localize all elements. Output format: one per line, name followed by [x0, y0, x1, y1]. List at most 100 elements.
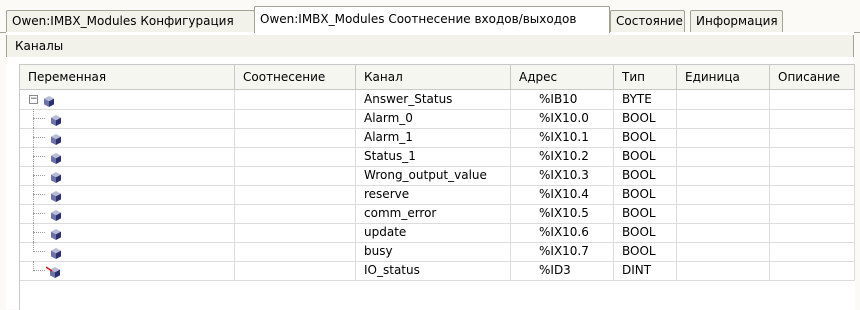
- tab-configuration[interactable]: Owen:IMBX_Modules Конфигурация: [6, 10, 255, 32]
- table-row[interactable]: Wrong_output_value %IX10.3 BOOL: [20, 166, 855, 186]
- column-header-address[interactable]: Адрес: [511, 65, 614, 89]
- cell-type: BOOL: [614, 166, 677, 185]
- table-row[interactable]: busy %IX10.7 BOOL: [20, 242, 855, 262]
- cell-description[interactable]: [770, 109, 855, 128]
- cell-mapping[interactable]: [235, 261, 356, 280]
- cell-variable[interactable]: −: [20, 90, 235, 109]
- tree-line: [33, 156, 45, 157]
- cell-type: BYTE: [614, 90, 677, 109]
- cell-address: %IX10.5: [511, 204, 614, 223]
- cell-description[interactable]: [770, 128, 855, 147]
- table-row[interactable]: update %IX10.6 BOOL: [20, 223, 855, 243]
- cell-type: BOOL: [614, 223, 677, 242]
- cell-description[interactable]: [770, 90, 855, 109]
- cell-variable[interactable]: [20, 261, 235, 280]
- cell-type: BOOL: [614, 204, 677, 223]
- cell-variable[interactable]: [20, 166, 235, 185]
- cell-unit[interactable]: [677, 166, 770, 185]
- cell-description[interactable]: [770, 204, 855, 223]
- cell-variable[interactable]: [20, 185, 235, 204]
- cell-address: %IX10.1: [511, 128, 614, 147]
- cell-channel: update: [356, 223, 511, 242]
- cell-description[interactable]: [770, 242, 855, 261]
- tab-io-mapping[interactable]: Owen:IMBX_Modules Соотнесение входов/вых…: [254, 6, 610, 33]
- variable-cube-icon: [51, 170, 61, 185]
- mapped-variable-icon: [45, 265, 60, 280]
- cell-mapping[interactable]: [235, 109, 356, 128]
- cell-channel: busy: [356, 242, 511, 261]
- cell-channel: Alarm_0: [356, 109, 511, 128]
- tab-label: Информация: [696, 14, 778, 28]
- variable-cube-icon: [51, 113, 61, 128]
- collapse-toggle-icon[interactable]: −: [29, 95, 38, 104]
- column-header-mapping[interactable]: Соотнесение: [235, 65, 356, 89]
- cell-channel: Status_1: [356, 147, 511, 166]
- cell-mapping[interactable]: [235, 166, 356, 185]
- cell-description[interactable]: [770, 185, 855, 204]
- tree-line: [33, 194, 45, 195]
- tree-line: [33, 251, 45, 252]
- cell-variable[interactable]: [20, 109, 235, 128]
- tab-status[interactable]: Состояние: [610, 10, 685, 32]
- cell-variable[interactable]: [20, 128, 235, 147]
- variable-cube-icon: [51, 132, 61, 147]
- cell-unit[interactable]: [677, 185, 770, 204]
- table-row[interactable]: IO_status %ID3 DINT: [20, 261, 855, 281]
- cell-unit[interactable]: [677, 204, 770, 223]
- variable-cube-icon: [51, 227, 61, 242]
- tree-line: [33, 175, 45, 176]
- cell-mapping[interactable]: [235, 128, 356, 147]
- column-header-description[interactable]: Описание: [770, 65, 855, 89]
- table-header: Переменная Соотнесение Канал Адрес Тип Е…: [20, 65, 855, 90]
- cell-mapping[interactable]: [235, 90, 356, 109]
- cell-mapping[interactable]: [235, 204, 356, 223]
- column-header-channel[interactable]: Канал: [356, 65, 511, 89]
- variable-cube-icon: [44, 94, 54, 109]
- cell-unit[interactable]: [677, 261, 770, 280]
- cell-mapping[interactable]: [235, 185, 356, 204]
- channels-section-label: Каналы: [6, 35, 854, 57]
- cell-address: %IX10.2: [511, 147, 614, 166]
- cell-mapping[interactable]: [235, 147, 356, 166]
- cell-unit[interactable]: [677, 147, 770, 166]
- table-row[interactable]: Alarm_0 %IX10.0 BOOL: [20, 109, 855, 129]
- column-header-unit[interactable]: Единица: [677, 65, 770, 89]
- cell-channel: Answer_Status: [356, 90, 511, 109]
- io-mapping-table: Переменная Соотнесение Канал Адрес Тип Е…: [19, 64, 855, 310]
- variable-cube-icon: [51, 151, 61, 166]
- table-row[interactable]: Status_1 %IX10.2 BOOL: [20, 147, 855, 167]
- cell-type: BOOL: [614, 185, 677, 204]
- cell-variable[interactable]: [20, 147, 235, 166]
- table-row[interactable]: comm_error %IX10.5 BOOL: [20, 204, 855, 224]
- variable-cube-icon: [51, 189, 61, 204]
- cell-mapping[interactable]: [235, 223, 356, 242]
- cell-channel: Alarm_1: [356, 128, 511, 147]
- cell-description[interactable]: [770, 261, 855, 280]
- cell-unit[interactable]: [677, 109, 770, 128]
- cell-type: BOOL: [614, 242, 677, 261]
- table-row[interactable]: reserve %IX10.4 BOOL: [20, 185, 855, 205]
- cell-mapping[interactable]: [235, 242, 356, 261]
- cell-address: %IX10.7: [511, 242, 614, 261]
- cell-channel: Wrong_output_value: [356, 166, 511, 185]
- column-header-variable[interactable]: Переменная: [20, 65, 235, 89]
- cell-type: BOOL: [614, 147, 677, 166]
- cell-unit[interactable]: [677, 90, 770, 109]
- cell-description[interactable]: [770, 147, 855, 166]
- tab-information[interactable]: Информация: [690, 10, 783, 32]
- table-row[interactable]: − Answer_Status %IB10 BYTE: [20, 90, 855, 110]
- column-header-type[interactable]: Тип: [614, 65, 677, 89]
- cell-address: %IB10: [511, 90, 614, 109]
- cell-description[interactable]: [770, 223, 855, 242]
- table-row[interactable]: Alarm_1 %IX10.1 BOOL: [20, 128, 855, 148]
- cell-unit[interactable]: [677, 242, 770, 261]
- cell-unit[interactable]: [677, 128, 770, 147]
- cell-unit[interactable]: [677, 223, 770, 242]
- cell-variable[interactable]: [20, 242, 235, 261]
- cell-description[interactable]: [770, 166, 855, 185]
- cell-variable[interactable]: [20, 223, 235, 242]
- cell-type: BOOL: [614, 128, 677, 147]
- cell-channel: IO_status: [356, 261, 511, 280]
- cell-address: %IX10.3: [511, 166, 614, 185]
- cell-variable[interactable]: [20, 204, 235, 223]
